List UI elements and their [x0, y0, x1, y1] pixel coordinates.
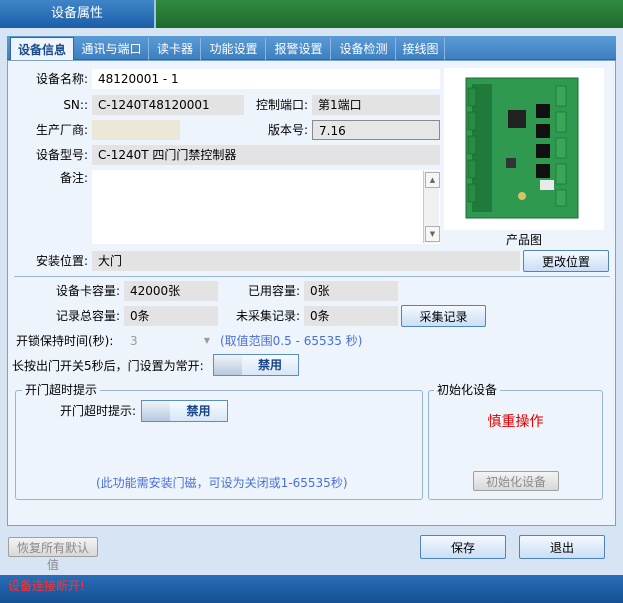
card-capacity-label: 设备卡容量:	[55, 284, 120, 298]
init-device-button[interactable]: 初始化设备	[473, 471, 559, 491]
long-press-label: 长按出门开关5秒后，门设置为常开:	[12, 359, 204, 373]
tab-card-reader[interactable]: 读卡器	[150, 38, 201, 60]
door-timeout-toggle[interactable]: 禁用	[141, 400, 228, 422]
tab-function-settings[interactable]: 功能设置	[202, 38, 266, 60]
manufacturer-label: 生产厂商:	[35, 123, 88, 137]
toggle-knob	[214, 355, 243, 375]
tab-comm-port[interactable]: 通讯与端口	[75, 38, 149, 60]
tab-alarm-settings[interactable]: 报警设置	[267, 38, 331, 60]
door-timeout-label: 开门超时提示:	[59, 404, 136, 418]
init-device-group-title: 初始化设备	[434, 382, 501, 398]
door-timeout-toggle-label: 禁用	[170, 401, 227, 421]
sn-label: SN::	[63, 98, 88, 112]
unlock-hold-select[interactable]: 3 ▼	[124, 331, 214, 351]
long-press-toggle[interactable]: 禁用	[213, 354, 299, 376]
unlock-hold-label: 开锁保持时间(秒):	[16, 334, 114, 348]
tab-device-info[interactable]: 设备信息	[10, 37, 74, 61]
toggle-knob	[142, 401, 171, 421]
remark-label: 备注:	[59, 171, 88, 185]
used-capacity-value: 0张	[304, 281, 398, 301]
tab-wiring-diagram[interactable]: 接线图	[397, 38, 445, 60]
unlock-hold-hint: (取值范围0.5 - 65535 秒)	[220, 334, 363, 348]
product-image-caption: 产品图	[505, 233, 542, 247]
exit-button[interactable]: 退出	[519, 535, 605, 559]
chevron-down-icon[interactable]: ▼	[204, 331, 210, 351]
location-value: 大门	[92, 251, 520, 271]
remark-scrollbar[interactable]: ▲ ▼	[423, 171, 440, 243]
change-location-button[interactable]: 更改位置	[523, 250, 609, 272]
status-bar	[0, 575, 623, 603]
card-capacity-value: 42000张	[124, 281, 218, 301]
door-timeout-hint: (此功能需安装门磁，可设为关闭或1-65535秒)	[96, 476, 348, 490]
uncollected-records-label: 未采集记录:	[235, 309, 300, 323]
collect-records-button[interactable]: 采集记录	[401, 305, 486, 327]
location-label: 安装位置:	[35, 254, 88, 268]
version-value: 7.16	[312, 120, 440, 140]
door-timeout-group-title: 开门超时提示	[22, 382, 101, 398]
window-title: 设备属性	[0, 0, 156, 28]
long-press-toggle-label: 禁用	[242, 355, 298, 375]
unlock-hold-value: 3	[130, 334, 138, 348]
control-port-value: 第1端口	[312, 95, 440, 115]
record-capacity-label: 记录总容量:	[55, 309, 120, 323]
version-label: 版本号:	[267, 123, 308, 137]
manufacturer-value	[92, 120, 180, 140]
init-warning-text: 慎重操作	[487, 414, 544, 430]
record-capacity-value: 0条	[124, 306, 218, 326]
control-port-label: 控制端口:	[255, 98, 308, 112]
sn-value: C-1240T48120001	[92, 95, 244, 115]
used-capacity-label: 已用容量:	[247, 284, 300, 298]
tab-device-check[interactable]: 设备检测	[332, 38, 396, 60]
divider	[14, 276, 610, 277]
uncollected-records-value: 0条	[304, 306, 398, 326]
save-button[interactable]: 保存	[420, 535, 506, 559]
model-value: C-1240T 四门门禁控制器	[92, 145, 440, 165]
product-image	[444, 68, 604, 230]
restore-defaults-button[interactable]: 恢复所有默认值	[8, 537, 98, 572]
scroll-down-icon[interactable]: ▼	[425, 226, 440, 242]
remark-textarea[interactable]	[92, 170, 440, 244]
model-label: 设备型号:	[35, 148, 88, 162]
scroll-up-icon[interactable]: ▲	[425, 172, 440, 188]
device-name-label: 设备名称:	[35, 72, 88, 86]
device-name-input[interactable]: 48120001 - 1	[92, 69, 440, 89]
connection-status: 设备连接断开!	[8, 579, 85, 593]
